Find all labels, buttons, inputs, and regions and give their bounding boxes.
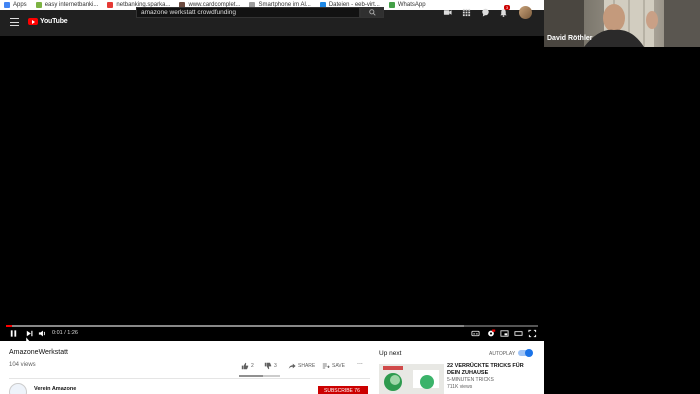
- youtube-logo-text: YouTube: [40, 18, 68, 25]
- screen: Apps easy internetbanki... netbanking.spar…: [0, 0, 700, 394]
- video-player[interactable]: [0, 36, 544, 341]
- share-icon: [288, 363, 296, 369]
- subtitles-icon[interactable]: [471, 329, 480, 338]
- bookmark-item[interactable]: easy internetbanki...: [35, 2, 99, 8]
- messages-icon[interactable]: [481, 8, 490, 17]
- sentiment-bar: [239, 375, 280, 377]
- dislike-button[interactable]: 3: [264, 362, 277, 370]
- search-icon: [368, 9, 376, 16]
- participant-panel: [544, 0, 700, 394]
- more-actions-button[interactable]: ...: [357, 359, 363, 366]
- channel-name[interactable]: Verein Amazone: [34, 386, 76, 392]
- channel-avatar[interactable]: [9, 383, 27, 394]
- pause-icon[interactable]: [9, 329, 18, 338]
- search-input[interactable]: amazone werkstatt crowdfunding: [136, 7, 360, 18]
- thumbs-down-icon: [264, 362, 272, 370]
- miniplayer-icon[interactable]: [500, 329, 509, 338]
- notification-badge: 3: [504, 5, 510, 10]
- bookmark-item[interactable]: WhatsApp: [388, 2, 426, 8]
- account-avatar[interactable]: [519, 6, 532, 19]
- bookmark-favicon-icon: [4, 2, 10, 8]
- thumbnail-image: [379, 364, 444, 394]
- recommended-views: 711K views: [447, 384, 473, 390]
- autoplay-label: AUTOPLAY: [489, 351, 516, 357]
- progress-bar[interactable]: [6, 325, 538, 327]
- bookmark-favicon-icon: [388, 2, 395, 8]
- like-button[interactable]: 2: [241, 362, 254, 370]
- divider: [9, 378, 370, 379]
- bookmark-favicon-icon: [35, 2, 42, 8]
- youtube-play-icon: [28, 18, 38, 25]
- bookmark-item[interactable]: Apps: [4, 2, 27, 8]
- volume-icon[interactable]: [38, 329, 47, 338]
- bookmark-favicon-icon: [107, 2, 114, 8]
- participant-name: David Röthler: [547, 35, 593, 42]
- save-label: SAVE: [332, 363, 345, 369]
- bookmark-label: WhatsApp: [397, 2, 426, 8]
- menu-icon[interactable]: [10, 18, 19, 26]
- progress-buffer: [6, 325, 464, 327]
- share-label: SHARE: [298, 363, 316, 369]
- up-next-heading: Up next: [379, 350, 402, 357]
- create-video-icon[interactable]: [443, 8, 452, 17]
- progress-fill: [6, 325, 13, 327]
- apps-grid-icon[interactable]: [462, 8, 471, 17]
- dislike-count: 3: [274, 363, 277, 369]
- youtube-logo[interactable]: YouTube: [28, 18, 68, 25]
- autoplay-toggle[interactable]: [518, 349, 533, 357]
- thumbs-up-icon: [241, 362, 249, 370]
- playlist-add-icon: [322, 363, 330, 369]
- recommended-channel[interactable]: 5-MINUTEN TRICKS: [447, 377, 494, 383]
- recommended-thumbnail[interactable]: [379, 364, 444, 394]
- settings-icon[interactable]: [486, 329, 496, 338]
- theater-mode-icon[interactable]: [514, 329, 523, 338]
- like-count: 2: [251, 363, 254, 369]
- save-button[interactable]: SAVE: [322, 362, 345, 370]
- search-button[interactable]: [360, 7, 384, 18]
- video-title: AmazoneWerkstatt: [9, 349, 69, 356]
- recommended-title[interactable]: 22 VERRÜCKTE TRICKS FÜR DEIN ZUHAUSE: [447, 363, 537, 376]
- fullscreen-icon[interactable]: [528, 329, 537, 338]
- bookmark-label: Apps: [13, 2, 27, 8]
- view-count: 104 views: [9, 362, 36, 368]
- share-button[interactable]: SHARE: [288, 362, 315, 370]
- time-display: 0:01 / 1:26: [52, 330, 78, 336]
- bookmark-label: easy internetbanki...: [44, 2, 99, 8]
- subscribe-button[interactable]: SUBSCRIBE 76: [318, 386, 368, 394]
